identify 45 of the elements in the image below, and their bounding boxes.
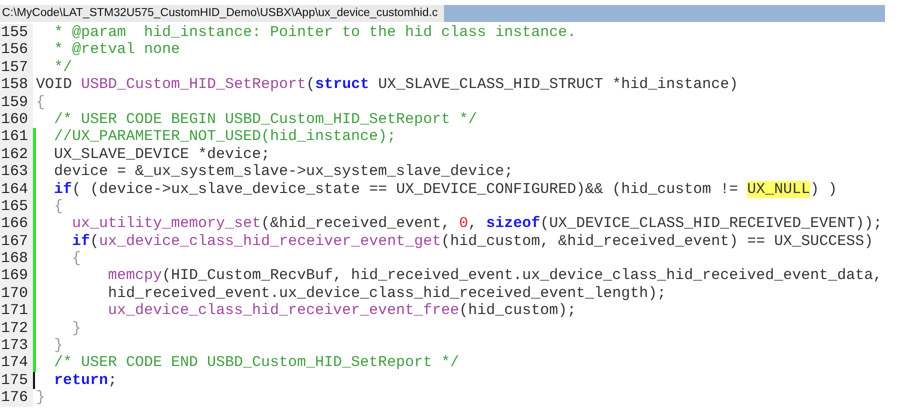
code-line: ux_device_class_hid_receiver_event_free(hid_custom); [107,302,576,320]
line-number: 175 [0,372,33,390]
code-line: } [53,337,64,354]
file-path-title: C:\MyCode\LAT_STM32U575_CustomHID_Demo\USBX\App\ux_device_customhid.c [0,5,444,22]
line-number: 159 [0,94,33,111]
code-line: * @param hid_instance: Pointer to the hid class instance. [53,24,576,42]
code-line: * @retval none [53,41,180,59]
code-line: hid_received_event.ux_device_class_hid_received_event_length); [107,284,666,302]
line-number: 176 [0,389,33,407]
line-number: 164 [0,180,33,198]
code-line: */ [53,58,72,76]
code-line: if( (device->ux_slave_device_state == UX_DEVICE_CONFIGURED)&& (hid_custom != UX_NULL) ) [53,180,838,198]
line-number: 170 [0,284,33,302]
line-number: 171 [0,302,33,320]
code-line: /* USER CODE END USBD_Custom_HID_SetReport */ [53,354,460,372]
line-number: 160 [0,110,33,128]
code-line: /* USER CODE BEGIN USBD_Custom_HID_SetReport */ [53,110,478,128]
line-number: 163 [0,163,33,181]
code-line: memcpy(HID_Custom_RecvBuf, hid_received_event.ux_device_class_hid_received_event_data, [107,267,882,285]
line-number: 162 [0,146,33,164]
code-line: //UX_PARAMETER_NOT_USED(hid_instance); [53,128,396,146]
line-number: 173 [0,337,33,354]
line-number: 156 [0,41,33,59]
line-number: 168 [0,250,33,268]
line-number: 167 [0,232,33,250]
code-line: UX_SLAVE_DEVICE *device; [53,146,270,164]
line-number: 161 [0,128,33,146]
code-line: } [71,320,82,338]
code-line: { [71,250,82,268]
code-line: { [53,198,64,216]
line-number: 165 [0,198,33,216]
code-line: } [36,389,46,407]
line-number: 169 [0,267,33,285]
code-line: if(ux_device_class_hid_receiver_event_get(hid_custom, &hid_received_event) == UX_SUCCESS) [71,232,874,250]
code-line: { [36,94,46,111]
code-line: VOID USBD_Custom_HID_SetReport(struct UX_SLAVE_CLASS_HID_STRUCT *hid_instance) [36,76,738,94]
code-line: return; [53,372,118,390]
code-line: ux_utility_memory_set(&hid_received_event, 0, sizeof(UX_DEVICE_CLASS_HID_RECEIVED_EVENT)); [71,215,882,233]
code-line: device = &_ux_system_slave->ux_system_slave_device; [53,163,514,181]
line-number: 157 [0,58,33,76]
line-number: 174 [0,354,33,372]
line-number: 172 [0,320,33,338]
line-number: 166 [0,215,33,233]
line-number: 155 [0,24,33,42]
line-number: 158 [0,76,33,94]
